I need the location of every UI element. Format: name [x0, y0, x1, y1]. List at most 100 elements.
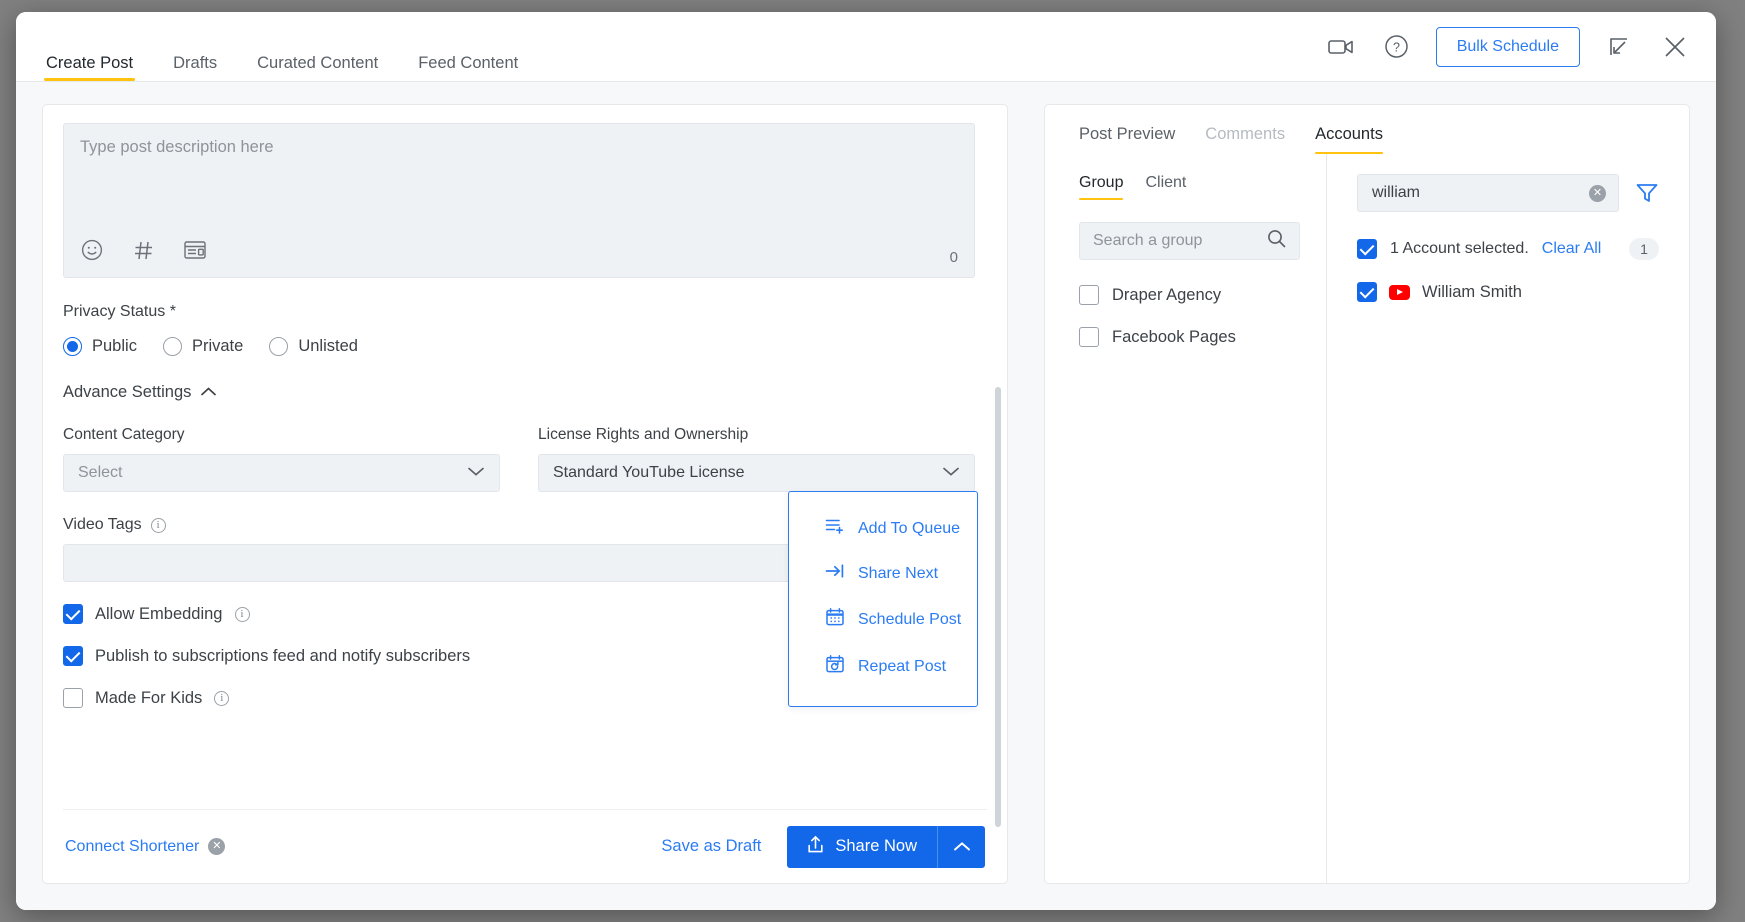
modal-body: Type post description here — [16, 82, 1716, 910]
share-now-label: Share Now — [835, 837, 917, 856]
radio-private-indicator — [163, 337, 182, 356]
post-editor-panel: Type post description here — [42, 104, 1008, 884]
info-icon[interactable]: i — [214, 691, 229, 706]
group-search-input[interactable]: Search a group — [1079, 222, 1300, 260]
account-checkbox[interactable] — [1357, 282, 1377, 302]
tab-drafts[interactable]: Drafts — [171, 55, 219, 82]
tab-post-preview[interactable]: Post Preview — [1079, 125, 1175, 154]
group-label: Facebook Pages — [1112, 328, 1236, 347]
menu-item-schedule-post[interactable]: Schedule Post — [789, 596, 977, 643]
group-label: Draper Agency — [1112, 286, 1221, 305]
post-description-editor[interactable]: Type post description here — [63, 123, 975, 278]
menu-item-add-to-queue[interactable]: Add To Queue — [789, 506, 977, 551]
header-tabs: Create Post Drafts Curated Content Feed … — [44, 12, 520, 81]
account-selector: william ✕ 1 Account selected. Clear All — [1327, 154, 1689, 883]
tab-feed-content[interactable]: Feed Content — [416, 55, 520, 82]
allow-embedding-checkbox[interactable] — [63, 604, 83, 624]
emoji-icon[interactable] — [80, 238, 104, 267]
add-to-queue-icon — [825, 517, 845, 540]
advance-settings-toggle[interactable]: Advance Settings — [63, 383, 975, 402]
menu-item-repeat-post-label: Repeat Post — [858, 658, 946, 676]
video-tags-label: Video Tags — [63, 516, 142, 534]
license-label: License Rights and Ownership — [538, 426, 975, 444]
group-row-facebook-pages[interactable]: Facebook Pages — [1079, 327, 1300, 347]
group-row-draper-agency[interactable]: Draper Agency — [1079, 285, 1300, 305]
repeat-calendar-icon — [825, 654, 845, 679]
minimize-icon[interactable] — [1602, 30, 1636, 64]
group-checkbox[interactable] — [1079, 327, 1099, 347]
menu-item-add-to-queue-label: Add To Queue — [858, 520, 960, 538]
group-search-placeholder: Search a group — [1093, 232, 1202, 250]
bulk-schedule-button[interactable]: Bulk Schedule — [1436, 27, 1580, 67]
menu-item-schedule-post-label: Schedule Post — [858, 611, 961, 629]
menu-item-share-next[interactable]: Share Next — [789, 551, 977, 596]
account-search-row: william ✕ — [1357, 174, 1659, 212]
share-now-button[interactable]: Share Now — [787, 826, 937, 868]
clear-all-link[interactable]: Clear All — [1542, 240, 1602, 258]
remove-circle-icon[interactable]: ✕ — [208, 838, 225, 855]
question-mark-icon[interactable]: ? — [1380, 30, 1414, 64]
made-for-kids-label: Made For Kids — [95, 689, 202, 708]
radio-unlisted-label: Unlisted — [298, 337, 358, 356]
chevron-up-icon — [200, 383, 217, 402]
editor-scrollbar[interactable] — [995, 387, 1001, 827]
svg-text:?: ? — [1393, 40, 1400, 54]
info-icon[interactable]: i — [151, 518, 166, 533]
account-row-william-smith[interactable]: William Smith — [1357, 282, 1659, 302]
menu-item-repeat-post[interactable]: Repeat Post — [789, 643, 977, 690]
connect-shortener-link[interactable]: Connect Shortener — [65, 838, 199, 856]
hashtag-icon[interactable] — [132, 239, 155, 267]
character-count: 0 — [950, 249, 958, 266]
publish-subscriptions-checkbox[interactable] — [63, 646, 83, 666]
header-actions: ? Bulk Schedule — [1324, 27, 1692, 67]
video-camera-icon[interactable] — [1324, 30, 1358, 64]
select-all-checkbox[interactable] — [1357, 239, 1377, 259]
tab-create-post[interactable]: Create Post — [44, 55, 135, 82]
share-now-group: Share Now — [787, 826, 985, 868]
tab-comments[interactable]: Comments — [1205, 125, 1285, 154]
tab-drafts-label: Drafts — [173, 54, 217, 72]
info-icon[interactable]: i — [235, 607, 250, 622]
account-search-input[interactable]: william ✕ — [1357, 174, 1619, 212]
privacy-status-label: Privacy Status * — [63, 303, 975, 321]
license-value: Standard YouTube License — [553, 464, 745, 482]
tab-post-preview-label: Post Preview — [1079, 125, 1175, 143]
allow-embedding-label: Allow Embedding — [95, 605, 223, 624]
radio-unlisted[interactable]: Unlisted — [269, 337, 358, 356]
radio-unlisted-indicator — [269, 337, 288, 356]
content-category-select[interactable]: Select — [63, 454, 500, 492]
radio-private[interactable]: Private — [163, 337, 243, 356]
accounts-split: Group Client Search a group — [1045, 154, 1689, 883]
account-name: William Smith — [1422, 283, 1522, 302]
share-options-caret[interactable] — [937, 826, 985, 868]
group-client-tabs: Group Client — [1079, 174, 1300, 200]
group-list: Draper Agency Facebook Pages — [1079, 285, 1300, 347]
license-select[interactable]: Standard YouTube License — [538, 454, 975, 492]
subtab-client[interactable]: Client — [1145, 174, 1186, 200]
funnel-filter-icon[interactable] — [1635, 182, 1659, 204]
chevron-down-icon — [467, 464, 485, 482]
account-search-value: william — [1372, 184, 1420, 202]
share-upload-icon — [807, 835, 824, 859]
tab-feed-content-label: Feed Content — [418, 54, 518, 72]
share-options-menu: Add To Queue Share Next — [788, 491, 978, 707]
modal-header: Create Post Drafts Curated Content Feed … — [16, 12, 1716, 82]
subtab-group[interactable]: Group — [1079, 174, 1123, 200]
group-checkbox[interactable] — [1079, 285, 1099, 305]
close-icon[interactable] — [1658, 30, 1692, 64]
group-selector: Group Client Search a group — [1045, 154, 1327, 883]
save-as-draft-button[interactable]: Save as Draft — [661, 837, 761, 856]
radio-public[interactable]: Public — [63, 337, 137, 356]
tab-curated-content[interactable]: Curated Content — [255, 55, 380, 82]
clear-circle-icon[interactable]: ✕ — [1589, 185, 1606, 202]
tab-accounts[interactable]: Accounts — [1315, 125, 1383, 154]
made-for-kids-checkbox[interactable] — [63, 688, 83, 708]
media-library-icon[interactable] — [183, 239, 207, 266]
content-category-value: Select — [78, 464, 122, 482]
right-panel-tabs: Post Preview Comments Accounts — [1045, 105, 1689, 154]
selection-summary-row: 1 Account selected. Clear All 1 — [1357, 238, 1659, 260]
selected-count-badge: 1 — [1629, 238, 1659, 260]
chevron-down-icon — [942, 464, 960, 482]
tab-create-post-label: Create Post — [46, 54, 133, 72]
selection-summary-text: 1 Account selected. — [1390, 240, 1529, 258]
